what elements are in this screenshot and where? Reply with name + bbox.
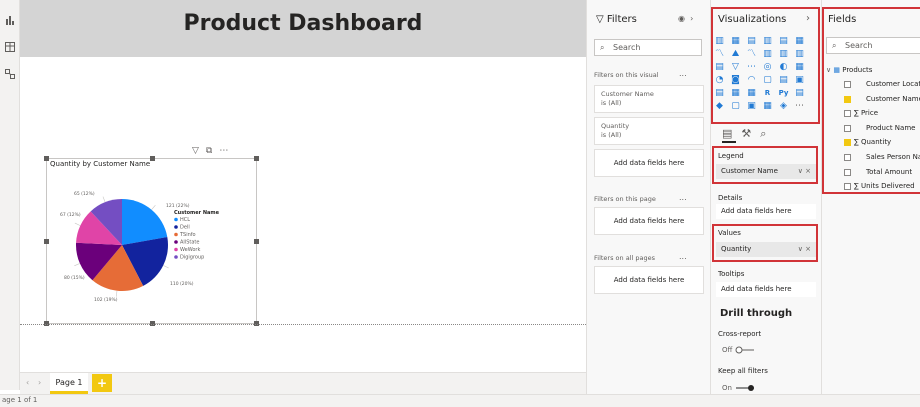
tooltips-well-drop[interactable]: Add data fields here [716,282,816,297]
tooltips-well-label: Tooltips [718,270,745,278]
cross-report-toggle[interactable] [734,346,756,354]
page-count-status: age 1 of 1 [2,396,38,404]
search-icon: ⌕ [600,43,605,52]
keep-all-filters-state: On [722,384,732,392]
more-options-icon[interactable]: ... [679,193,687,202]
leader-line [74,222,81,226]
legend-marker-dell [174,225,178,229]
filter-icon: ▽ [596,14,607,25]
filters-pane-controls: ◉ › [678,14,693,23]
filters-title-label: Filters [606,14,637,25]
status-bar [0,394,920,407]
legend-marker-wework [174,247,178,252]
active-tab-indicator [722,141,736,143]
cross-report-state: Off [722,346,733,354]
data-label-digigroup: 65 (12%) [74,191,95,197]
data-view-icon[interactable] [5,37,15,52]
legend-item-allstate[interactable]: AllState [180,240,199,246]
legend-marker-tsinfo [174,232,178,237]
filter-field-value: is (All) [601,131,622,139]
leader-line [163,265,169,269]
report-view-icon[interactable] [5,10,15,25]
legend-item-wework[interactable]: WeWork [180,247,200,253]
highlight-legend-well [712,146,818,184]
focus-mode-icon[interactable]: ⧉ [206,146,212,156]
data-label-dell: 110 (20%) [170,281,194,287]
details-well-label: Details [718,194,743,202]
legend-marker-allstate [174,240,178,244]
pie-slice-hcl[interactable] [122,199,168,245]
visual-header-toolbar: ▽ ⧉ ⋯ [192,146,235,156]
highlight-values-well [712,224,818,262]
filter-field-name: Customer Name [601,90,654,98]
filter-card-quantity[interactable]: Quantity is (All) [594,117,704,145]
legend-marker-hcl [174,217,178,222]
format-paint-roller-icon[interactable]: ⚒ [741,127,751,140]
details-well-drop[interactable]: Add data fields here [716,204,816,219]
add-report-filter-drop[interactable]: Add data fields here [594,266,704,294]
leader-line [116,290,118,297]
filter-card-customer-name[interactable]: Customer Name is (All) [594,85,704,113]
chevron-right-icon[interactable]: › [690,14,693,23]
filters-search-input[interactable]: ⌕ Search [594,39,702,56]
add-page-button[interactable]: + [92,374,112,392]
next-page-button[interactable]: › [38,378,41,387]
filters-pane-title: ▽ Filters [596,14,637,25]
legend-item-dell[interactable]: Dell [180,225,190,231]
filters-all-pages-heading: Filters on all pages [594,254,655,262]
filters-on-page-heading: Filters on this page [594,195,656,203]
legend-marker-digigroup [174,255,178,259]
analytics-magnifier-icon[interactable]: ⌕ [760,127,766,140]
legend-item-tsinfo[interactable]: TSinfo [179,232,196,238]
canvas-divider [20,324,586,325]
filter-field-name: Quantity [601,122,630,130]
filter-field-value: is (All) [601,99,622,107]
more-options-icon[interactable]: ... [679,252,687,261]
filter-icon[interactable]: ▽ [192,146,199,156]
view-switcher-rail [0,0,20,390]
drill-through-heading: Drill through [720,308,793,319]
visual-tool-tabs: ▤ ⚒ ⌕ [722,127,775,141]
legend-title: Customer Name [174,210,220,216]
more-options-icon[interactable]: ⋯ [219,146,228,156]
more-options-icon[interactable]: ... [679,69,687,78]
data-label-allstate: 80 (15%) [64,275,85,281]
data-label-hcl: 121 (22%) [166,203,190,209]
highlight-visual-gallery [711,7,820,124]
keep-all-filters-label: Keep all filters [718,367,768,375]
fields-well-icon[interactable]: ▤ [722,127,732,140]
plus-icon: + [96,376,108,390]
page-tab-1[interactable]: Page 1 [50,373,88,394]
add-page-filter-drop[interactable]: Add data fields here [594,207,704,235]
eye-icon[interactable]: ◉ [678,14,685,23]
leader-line [102,196,106,203]
filters-on-visual-heading: Filters on this visual [594,71,659,79]
page-title: Product Dashboard [183,11,423,36]
previous-page-button[interactable]: ‹ [26,378,29,387]
search-placeholder: Search [613,43,641,52]
cross-report-label: Cross-report [718,330,762,338]
leader-line [151,204,156,210]
add-visual-filter-drop[interactable]: Add data fields here [594,149,704,177]
legend-item-hcl[interactable]: HCL [180,217,190,223]
data-label-tsinfo: 102 (19%) [94,297,118,303]
leader-line [74,263,80,267]
data-label-wework: 67 (12%) [60,212,81,218]
model-view-icon[interactable] [5,64,15,79]
highlight-fields-pane [822,7,920,194]
legend-item-digigroup[interactable]: Digigroup [180,255,204,261]
pie-chart: 121 (22%) 110 (20%) 102 (19%) 80 (15%) 67 (1… [60,191,220,303]
keep-all-filters-toggle[interactable] [734,384,756,392]
